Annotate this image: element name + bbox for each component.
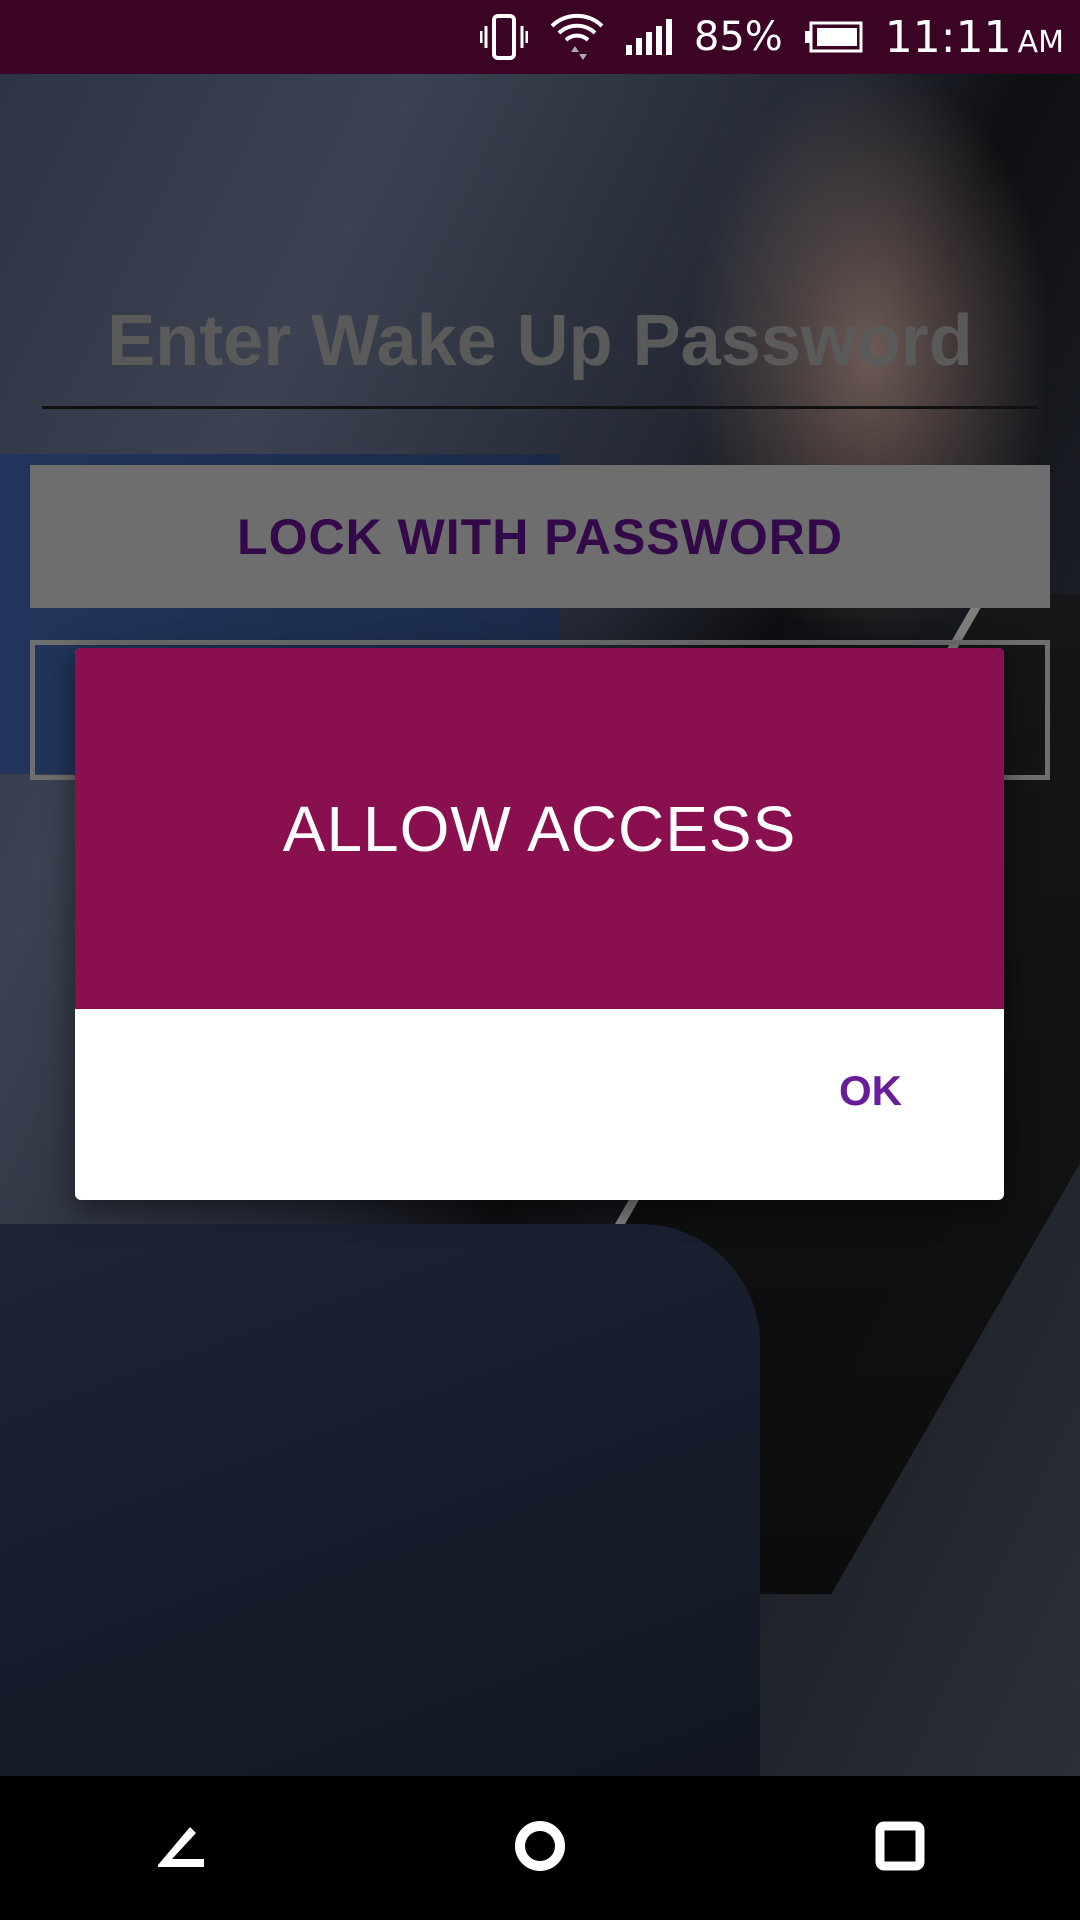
allow-access-dialog: ALLOW ACCESS OK — [75, 648, 1004, 1200]
dialog-body: OK — [75, 1009, 1004, 1200]
ok-button[interactable]: OK — [839, 1067, 902, 1115]
back-button[interactable] — [120, 1788, 240, 1908]
battery-icon — [804, 21, 863, 53]
battery-percent: 85% — [693, 14, 783, 60]
dialog-header: ALLOW ACCESS — [75, 648, 1004, 1009]
clock-time: 11:11 — [884, 11, 1012, 63]
background-jeans — [0, 1224, 760, 1784]
status-bar: 85% 11:11 AM — [0, 0, 1080, 74]
password-input[interactable]: Enter Wake Up Password — [0, 300, 1080, 382]
clock-ampm: AM — [1017, 24, 1064, 60]
back-icon — [150, 1821, 210, 1876]
dialog-title: ALLOW ACCESS — [282, 792, 797, 865]
signal-icon — [625, 19, 672, 55]
vibrate-icon — [479, 14, 528, 60]
clock: 11:11 AM — [885, 12, 1064, 63]
lock-with-password-button[interactable]: LOCK WITH PASSWORD — [30, 465, 1050, 608]
home-button[interactable] — [480, 1788, 600, 1908]
navigation-bar — [0, 1776, 1080, 1920]
recents-button[interactable] — [840, 1788, 960, 1908]
password-input-underline — [42, 406, 1038, 409]
recents-icon — [875, 1821, 925, 1876]
home-icon — [512, 1818, 568, 1879]
wifi-icon — [550, 12, 604, 62]
